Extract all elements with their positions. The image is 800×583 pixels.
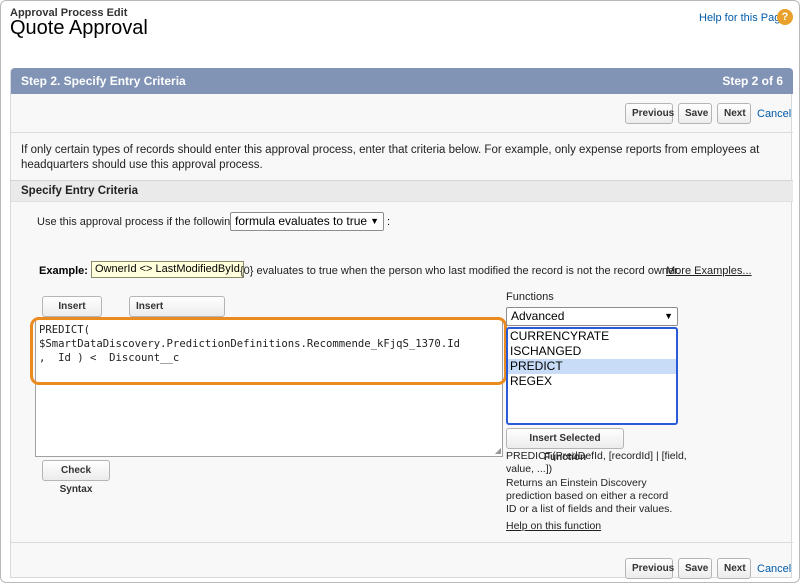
example-description: {0} evaluates to true when the person wh…: [240, 265, 681, 277]
insert-operator-button[interactable]: Insert Operator▼: [129, 296, 225, 331]
function-category-value: Advanced: [511, 309, 565, 323]
function-category-select[interactable]: Advanced ▼: [506, 307, 678, 326]
previous-button-top[interactable]: Previous: [625, 103, 674, 124]
check-syntax-button[interactable]: Check Syntax: [42, 460, 110, 495]
insert-selected-function-button[interactable]: Insert Selected Function: [506, 428, 624, 463]
more-examples-link[interactable]: More Examples...: [666, 265, 752, 277]
criteria-label: Use this approval process if the followi…: [37, 216, 237, 228]
help-for-page-link[interactable]: Help for this Page: [699, 12, 786, 24]
step-panel: Step 2. Specify Entry Criteria Step 2 of…: [10, 68, 793, 579]
function-item-ischanged[interactable]: ISCHANGED: [508, 344, 676, 359]
chevron-down-icon: ▼: [664, 311, 673, 321]
divider: [11, 542, 793, 543]
divider: [11, 132, 793, 133]
chevron-down-icon: ▼: [370, 216, 379, 226]
function-item-predict[interactable]: PREDICT: [508, 359, 676, 374]
next-button-top[interactable]: Next: [717, 103, 751, 124]
section-header: Specify Entry Criteria: [11, 180, 793, 202]
step-header: Step 2. Specify Entry Criteria Step 2 of…: [11, 68, 793, 94]
example-label: Example:: [39, 265, 88, 277]
previous-button-bottom[interactable]: Previous: [625, 558, 674, 579]
function-syntax: PREDICT(PredDefId, [recordId] | [field, …: [506, 450, 687, 475]
save-button-bottom[interactable]: Save: [678, 558, 712, 579]
resize-grip-icon[interactable]: ◢: [495, 446, 501, 455]
function-help-link[interactable]: Help on this function: [506, 520, 601, 532]
formula-highlight: [30, 317, 507, 385]
page-title: Quote Approval: [10, 17, 148, 39]
step-count: Step 2 of 6: [722, 74, 783, 88]
functions-label: Functions: [506, 291, 554, 303]
approval-process-page: Approval Process Edit Quote Approval Hel…: [0, 0, 800, 583]
criteria-type-value: formula evaluates to true: [235, 214, 368, 228]
function-description: Returns an Einstein Discovery prediction…: [506, 477, 673, 515]
criteria-colon: :: [387, 216, 391, 228]
intro-text: If only certain types of records should …: [21, 144, 760, 171]
cancel-link-top[interactable]: Cancel: [757, 108, 791, 120]
function-item-regex[interactable]: REGEX: [508, 374, 676, 389]
insert-field-button[interactable]: Insert Field: [42, 296, 102, 331]
step-title: Step 2. Specify Entry Criteria: [21, 74, 186, 88]
cancel-link-bottom[interactable]: Cancel: [757, 563, 791, 575]
example-formula: OwnerId <> LastModifiedById: [91, 261, 244, 278]
criteria-type-select[interactable]: formula evaluates to true ▼: [230, 212, 384, 231]
function-list[interactable]: CURRENCYRATE ISCHANGED PREDICT REGEX: [506, 327, 678, 425]
function-item-currencyrate[interactable]: CURRENCYRATE: [508, 329, 676, 344]
help-icon[interactable]: ?: [777, 9, 793, 25]
section-title: Specify Entry Criteria: [21, 185, 138, 197]
save-button-top[interactable]: Save: [678, 103, 712, 124]
next-button-bottom[interactable]: Next: [717, 558, 751, 579]
